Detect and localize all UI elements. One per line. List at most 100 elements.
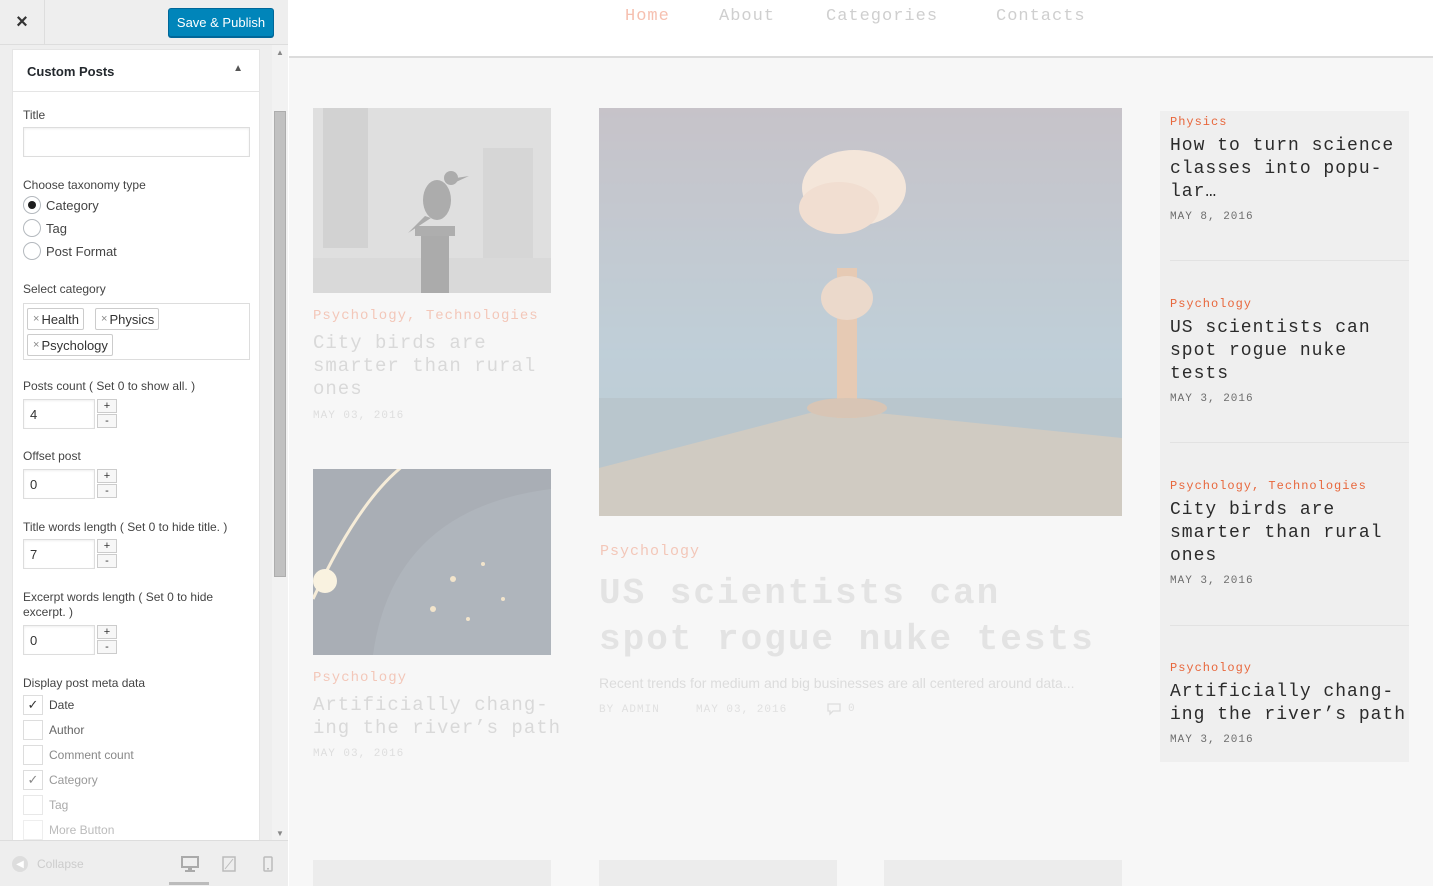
post-thumbnail-crow[interactable] — [313, 108, 551, 293]
sidebar-post-title[interactable]: City birds are smarter than rural ones — [1170, 499, 1408, 568]
sidebar-post-category[interactable]: Psychology — [1170, 297, 1408, 311]
collapse-button[interactable]: ◀ Collapse — [12, 856, 84, 872]
decrement-button[interactable]: - — [97, 554, 117, 568]
increment-button[interactable]: + — [97, 399, 117, 413]
offset-stepper[interactable]: 0 + - — [23, 469, 119, 499]
checkmark-icon: ✓ — [23, 695, 43, 715]
increment-button[interactable]: + — [97, 539, 117, 553]
excerpt-words-stepper[interactable]: 0 + - — [23, 625, 119, 655]
scroll-down-icon[interactable]: ▼ — [276, 829, 284, 838]
category-chip-psychology[interactable]: × Psychology — [27, 334, 113, 356]
tablet-icon[interactable] — [219, 854, 239, 874]
collapse-label: Collapse — [37, 857, 84, 871]
checkbox-label: Author — [49, 723, 85, 737]
remove-icon[interactable]: × — [33, 339, 39, 351]
widget-header[interactable]: Custom Posts ▲ — [13, 50, 259, 92]
radio-selected-icon — [23, 196, 41, 214]
excerpt-words-label: Excerpt words length ( Set 0 to hide exc… — [23, 590, 214, 619]
nav-categories[interactable]: Categories — [826, 7, 938, 26]
sidebar-post-date: MAY 3, 2016 — [1170, 734, 1254, 746]
title-label: Title — [23, 108, 46, 122]
meta-comment-count-checkbox[interactable]: Comment count — [23, 745, 134, 765]
divider — [1170, 442, 1409, 443]
post-category[interactable]: Psychology — [313, 670, 407, 686]
save-publish-button[interactable]: Save & Publish — [168, 8, 274, 37]
nav-contacts[interactable]: Contacts — [996, 7, 1086, 26]
category-chip-health[interactable]: × Health — [27, 308, 85, 330]
sidebar-post-title[interactable]: Artificially chang- ing the river’s path — [1170, 681, 1408, 727]
meta-more-button-checkbox[interactable]: More Button — [23, 820, 114, 840]
posts-count-stepper[interactable]: 4 + - — [23, 399, 119, 429]
sidebar-post[interactable]: Psychology US scientists can spot rogue … — [1170, 297, 1408, 405]
scrollbar-thumb[interactable] — [274, 111, 286, 577]
offset-input[interactable]: 0 — [23, 469, 95, 499]
sidebar-post[interactable]: Physics How to turn science classes into… — [1170, 115, 1408, 223]
widget-title: Custom Posts — [27, 64, 115, 79]
title-words-stepper[interactable]: 7 + - — [23, 539, 119, 569]
featured-comments[interactable]: 0 — [826, 702, 855, 716]
sidebar-post-date: MAY 3, 2016 — [1170, 575, 1254, 587]
meta-date-checkbox[interactable]: ✓ Date — [23, 695, 74, 715]
decrement-button[interactable]: - — [97, 640, 117, 654]
meta-category-checkbox[interactable]: ✓ Category — [23, 770, 98, 790]
posts-count-input[interactable]: 4 — [23, 399, 95, 429]
featured-date: MAY 03, 2016 — [696, 704, 788, 716]
divider — [1170, 260, 1409, 261]
post-thumbnail[interactable] — [313, 860, 551, 886]
title-input[interactable] — [23, 127, 250, 157]
remove-icon[interactable]: × — [101, 313, 107, 325]
taxonomy-label: Choose taxonomy type — [23, 178, 146, 192]
increment-button[interactable]: + — [97, 469, 117, 483]
nav-about[interactable]: About — [719, 7, 775, 26]
featured-title[interactable]: US scientists can spot rogue nuke tests — [599, 571, 1095, 663]
customizer-panel: × Save & Publish Custom Posts ▲ Title Ch… — [0, 0, 288, 886]
remove-icon[interactable]: × — [33, 313, 39, 325]
radio-label: Tag — [46, 220, 67, 236]
post-thumbnail[interactable] — [884, 860, 1122, 886]
featured-category[interactable]: Psychology — [600, 543, 700, 560]
increment-button[interactable]: + — [97, 625, 117, 639]
radio-post-format[interactable]: Post Format — [23, 242, 117, 260]
decrement-button[interactable]: - — [97, 484, 117, 498]
site-preview: Home About Categories Contacts Psycholog… — [289, 0, 1433, 886]
checkbox-label: Category — [49, 773, 98, 787]
sidebar-post-title[interactable]: How to turn science classes into popu- l… — [1170, 135, 1408, 204]
radio-tag[interactable]: Tag — [23, 219, 67, 237]
meta-label: Display post meta data — [23, 676, 146, 690]
sidebar-post[interactable]: Psychology Artificially chang- ing the r… — [1170, 661, 1408, 746]
radio-category[interactable]: Category — [23, 196, 99, 214]
checkbox-empty-icon — [23, 820, 43, 840]
scroll-up-icon[interactable]: ▲ — [276, 48, 284, 57]
customizer-footer: ◀ Collapse — [0, 840, 288, 886]
category-chip-physics[interactable]: × Physics — [95, 308, 160, 330]
sidebar-post-category[interactable]: Psychology — [1170, 661, 1408, 675]
category-multiselect[interactable]: × Health × Physics × Psychology — [23, 303, 250, 360]
customizer-controls: Custom Posts ▲ Title Choose taxonomy typ… — [0, 45, 288, 840]
post-title[interactable]: Artificially chang- ing the river’s path — [313, 694, 561, 740]
close-icon[interactable]: × — [0, 0, 45, 44]
post-thumbnail-earth[interactable] — [313, 469, 551, 655]
customizer-scrollbar[interactable]: ▲ ▼ — [272, 45, 288, 840]
collapse-arrow-icon[interactable]: ▲ — [233, 63, 243, 74]
sidebar-post-category[interactable]: Psychology, Technologies — [1170, 479, 1408, 493]
decrement-button[interactable]: - — [97, 414, 117, 428]
meta-author-checkbox[interactable]: Author — [23, 720, 84, 740]
meta-tag-checkbox[interactable]: Tag — [23, 795, 68, 815]
title-words-input[interactable]: 7 — [23, 539, 95, 569]
post-title[interactable]: City birds are smarter than rural ones — [313, 332, 536, 401]
post-category[interactable]: Psychology, Technologies — [313, 308, 539, 324]
excerpt-words-input[interactable]: 0 — [23, 625, 95, 655]
checkbox-label: Tag — [49, 798, 69, 812]
featured-thumbnail-nuke[interactable] — [599, 108, 1122, 516]
post-thumbnail[interactable] — [599, 860, 837, 886]
nav-home[interactable]: Home — [625, 7, 670, 26]
active-device-indicator — [169, 882, 209, 885]
featured-author[interactable]: BY ADMIN — [599, 704, 660, 716]
radio-unselected-icon — [23, 242, 41, 260]
post-date: MAY 03, 2016 — [313, 410, 405, 422]
desktop-icon[interactable] — [180, 854, 200, 874]
sidebar-post-title[interactable]: US scientists can spot rogue nuke tests — [1170, 317, 1408, 386]
sidebar-post[interactable]: Psychology, Technologies City birds are … — [1170, 479, 1408, 587]
mobile-icon[interactable] — [258, 854, 278, 874]
sidebar-post-category[interactable]: Physics — [1170, 115, 1408, 129]
